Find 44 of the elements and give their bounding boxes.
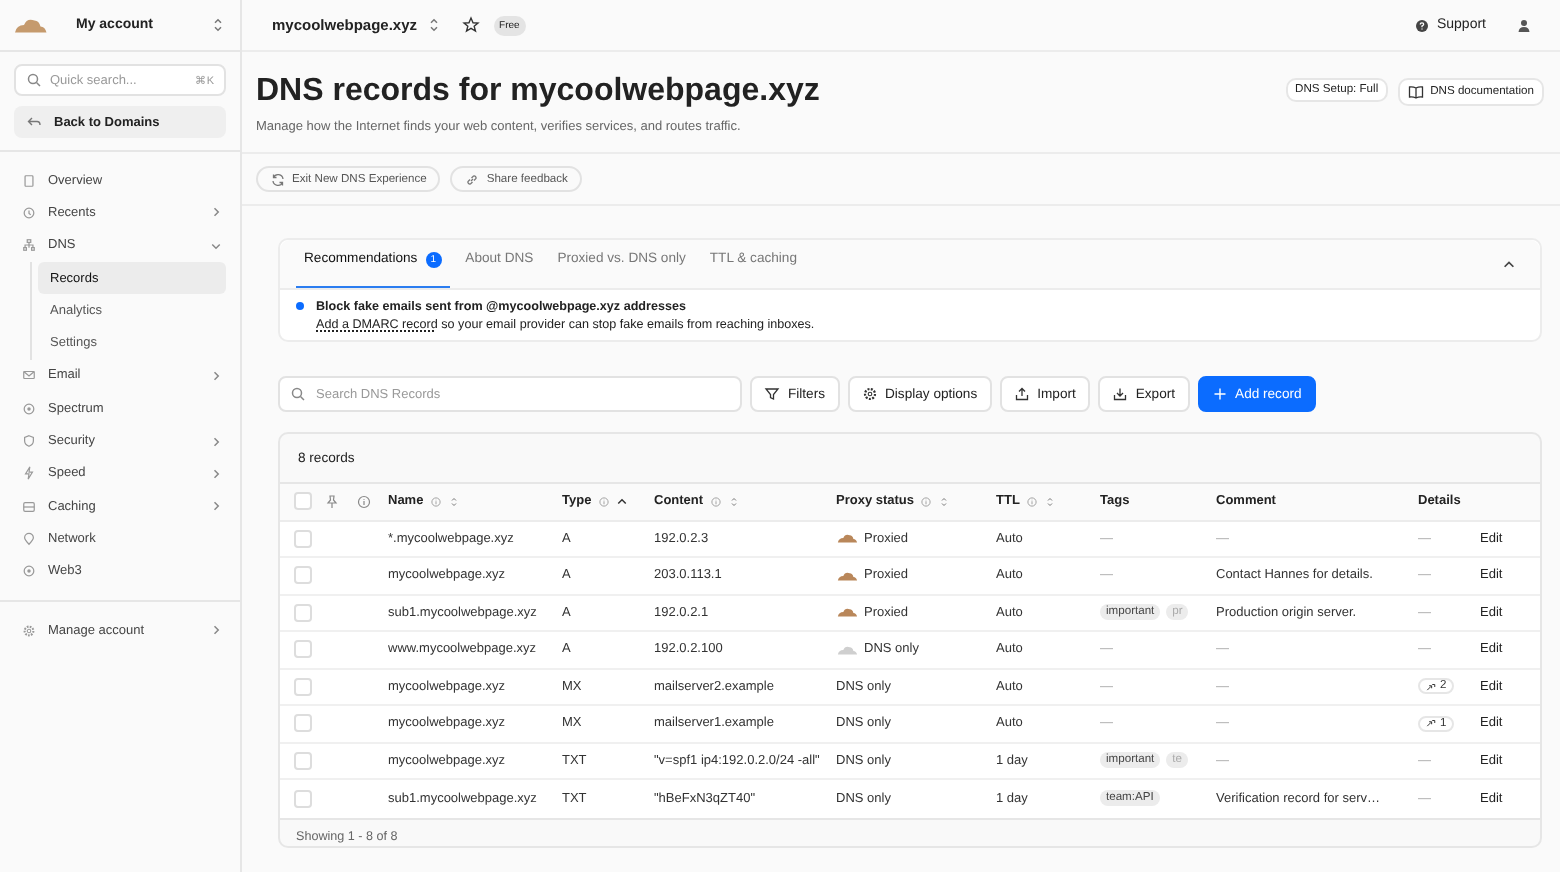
row-checkbox[interactable] bbox=[293, 603, 311, 622]
gear-icon bbox=[861, 386, 878, 402]
page-title: DNS records for mycoolwebpage.xyz bbox=[256, 72, 822, 112]
sort-ascending-icon[interactable] bbox=[615, 495, 628, 508]
sort-icon[interactable] bbox=[1043, 495, 1056, 508]
shield-icon bbox=[22, 434, 36, 449]
pin-icon bbox=[324, 493, 340, 510]
book-icon bbox=[1408, 84, 1425, 100]
refresh-icon bbox=[270, 171, 286, 187]
search-icon bbox=[26, 72, 42, 88]
row-checkbox[interactable] bbox=[293, 640, 311, 659]
updown-chevron-icon bbox=[212, 16, 224, 34]
row-checkbox[interactable] bbox=[293, 566, 311, 585]
select-all-checkbox[interactable] bbox=[293, 492, 311, 511]
sort-icon[interactable] bbox=[447, 495, 460, 508]
gear-icon bbox=[22, 623, 36, 637]
row-checkbox[interactable] bbox=[293, 751, 311, 770]
pin-icon bbox=[22, 531, 36, 546]
search-icon bbox=[290, 386, 306, 402]
help-icon bbox=[1414, 17, 1431, 33]
filter-icon bbox=[764, 386, 780, 402]
row-checkbox[interactable] bbox=[293, 529, 311, 548]
updown-chevron-icon bbox=[427, 16, 440, 34]
star-icon[interactable] bbox=[461, 16, 480, 34]
upload-icon bbox=[1013, 386, 1030, 402]
cloud-logo-icon bbox=[12, 16, 48, 34]
document-icon bbox=[22, 173, 36, 188]
sort-icon[interactable] bbox=[938, 495, 951, 508]
download-icon bbox=[1111, 386, 1128, 402]
sort-icon[interactable] bbox=[727, 495, 740, 508]
bolt-icon bbox=[22, 466, 36, 481]
clock-icon bbox=[22, 205, 36, 220]
envelope-icon bbox=[22, 368, 36, 383]
back-arrow-icon bbox=[26, 114, 42, 130]
row-checkbox[interactable] bbox=[293, 789, 311, 808]
link-icon bbox=[464, 171, 481, 187]
network-icon bbox=[22, 238, 36, 253]
row-checkbox[interactable] bbox=[293, 714, 311, 733]
bullet-dot bbox=[296, 302, 304, 310]
row-checkbox[interactable] bbox=[293, 677, 311, 696]
info-icon bbox=[356, 493, 372, 510]
plus-icon bbox=[1211, 386, 1228, 402]
user-icon[interactable] bbox=[1516, 17, 1532, 33]
collapse-chevron-icon[interactable] bbox=[1502, 257, 1516, 271]
